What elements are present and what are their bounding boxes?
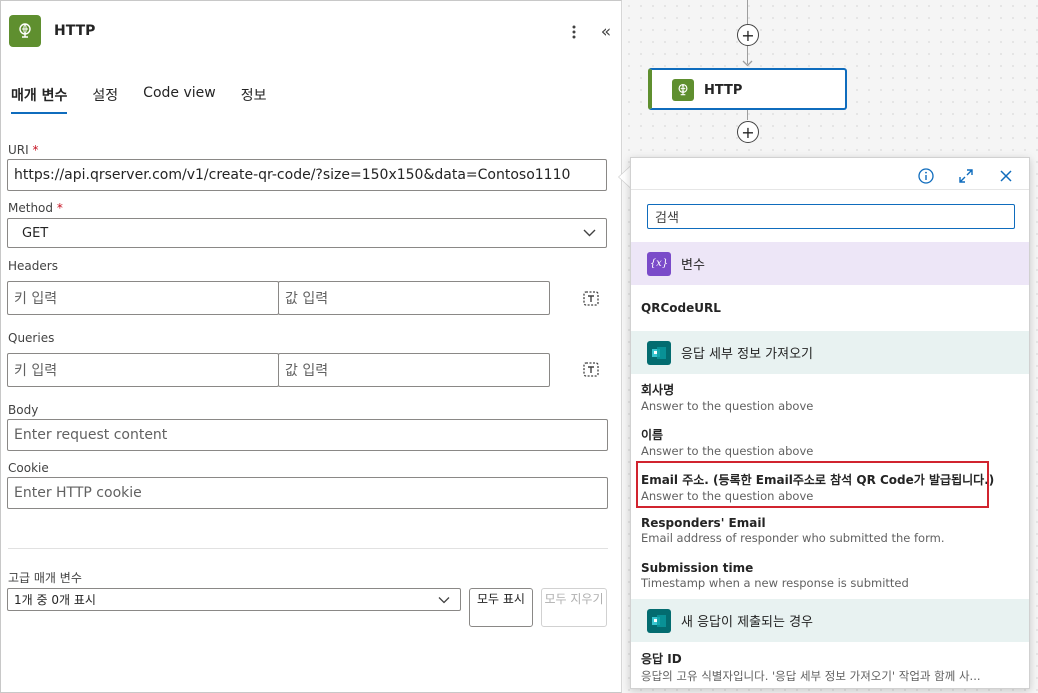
body-label: Body [8, 403, 39, 417]
advanced-params-dropdown[interactable]: 1개 중 0개 표시 [7, 588, 461, 611]
http-action-node[interactable]: HTTP [648, 68, 847, 110]
section-label: 응답 세부 정보 가져오기 [681, 347, 813, 362]
list-item[interactable]: Responders' Email Email address of respo… [641, 516, 1021, 545]
node-title: HTTP [704, 83, 743, 98]
chevron-down-icon [583, 229, 596, 237]
variable-icon: {x} [647, 251, 671, 276]
queries-value-input[interactable]: 값 입력 [278, 353, 550, 387]
method-value: GET [22, 225, 49, 241]
headers-label: Headers [8, 259, 58, 273]
http-action-icon [9, 15, 41, 47]
section-get-response-details[interactable]: 응답 세부 정보 가져오기 [631, 331, 1029, 374]
list-item[interactable]: QRCodeURL [641, 301, 1021, 315]
headers-value-input[interactable]: 값 입력 [278, 281, 550, 315]
uri-label: URI * [8, 143, 39, 157]
add-step-icon[interactable]: + [737, 24, 759, 46]
advanced-params-label: 고급 매개 변수 [8, 571, 82, 585]
section-new-response-submitted[interactable]: 새 응답이 제출되는 경우 [631, 599, 1029, 642]
queries-label: Queries [8, 331, 55, 345]
info-icon[interactable] [915, 165, 937, 187]
section-variables[interactable]: {x} 변수 [631, 242, 1029, 285]
queries-key-input[interactable]: 키 입력 [7, 353, 279, 387]
action-config-panel: HTTP « 매개 변수 설정 Code view 정보 URI * https… [0, 0, 622, 693]
panel-tabs: 매개 변수 설정 Code view 정보 [11, 85, 291, 114]
tab-parameters[interactable]: 매개 변수 [11, 85, 68, 114]
chevron-down-icon [438, 596, 450, 603]
section-label: 변수 [681, 258, 705, 273]
tab-about[interactable]: 정보 [241, 85, 267, 114]
divider [8, 548, 608, 549]
method-label: Method * [8, 201, 63, 215]
advanced-params-value: 1개 중 0개 표시 [14, 593, 96, 607]
more-options-icon[interactable] [564, 21, 584, 43]
tab-code-view[interactable]: Code view [143, 85, 216, 114]
forms-icon [647, 340, 671, 365]
list-item[interactable]: Submission time Timestamp when a new res… [641, 561, 1021, 590]
cookie-input[interactable]: Enter HTTP cookie [7, 477, 608, 509]
divider [631, 189, 1029, 190]
headers-key-input[interactable]: 키 입력 [7, 281, 279, 315]
switch-to-text-mode-icon[interactable] [581, 359, 601, 379]
arrow-down-icon [742, 60, 753, 67]
tab-settings[interactable]: 설정 [92, 85, 118, 114]
add-step-icon[interactable]: + [737, 121, 759, 143]
connector-line [747, 0, 748, 24]
forms-icon [647, 608, 671, 633]
panel-title: HTTP [54, 23, 96, 39]
body-input[interactable]: Enter request content [7, 419, 608, 451]
cookie-label: Cookie [8, 461, 49, 475]
section-label: 새 응답이 제출되는 경우 [681, 615, 813, 630]
switch-to-text-mode-icon[interactable] [581, 288, 601, 308]
connector-line [747, 110, 748, 120]
uri-input[interactable]: https://api.qrserver.com/v1/create-qr-co… [7, 159, 607, 191]
list-item[interactable]: 이름 Answer to the question above [641, 426, 1021, 458]
http-action-icon [672, 79, 694, 101]
expand-icon[interactable] [955, 165, 977, 187]
dynamic-content-search-input[interactable]: 검색 [647, 204, 1015, 229]
collapse-panel-icon[interactable]: « [595, 21, 617, 43]
list-item[interactable]: 응답 ID 응답의 고유 식별자입니다. '응답 세부 정보 가져오기' 작업과… [641, 650, 1021, 684]
highlight-box [636, 461, 989, 508]
show-all-button[interactable]: 모두 표시 [469, 588, 533, 627]
method-dropdown[interactable]: GET [7, 218, 607, 248]
list-item[interactable]: 회사명 Answer to the question above [641, 381, 1021, 413]
close-icon[interactable] [995, 165, 1017, 187]
clear-all-button[interactable]: 모두 지우기 [541, 588, 607, 627]
dynamic-content-popup: 검색 {x} 변수 QRCodeURL 응답 세부 정보 가져오기 회사명 An… [630, 157, 1030, 689]
